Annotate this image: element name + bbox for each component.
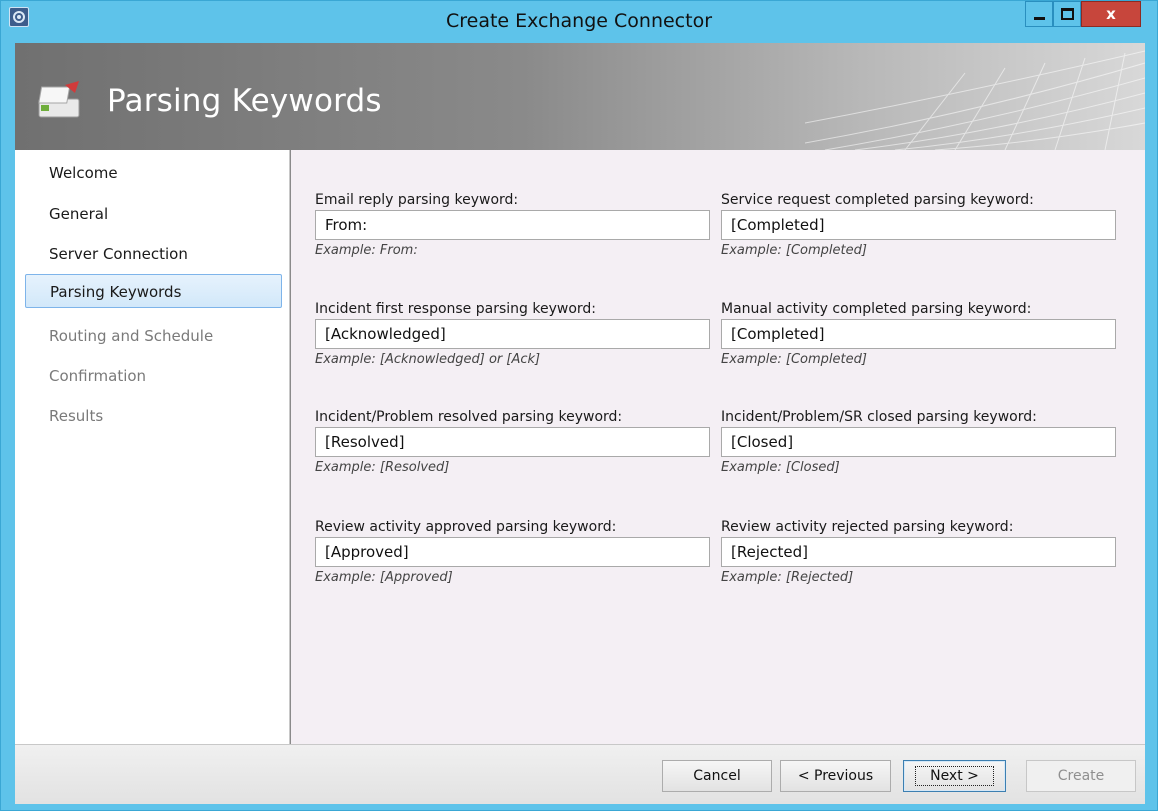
review-activity-rejected-label: Review activity rejected parsing keyword… <box>721 519 1014 535</box>
incident-problem-resolved-field-group: Incident/Problem resolved parsing keywor… <box>315 407 710 477</box>
next-button-label: Next > <box>915 766 994 786</box>
wizard-step-navigation: Welcome General Server Connection Parsin… <box>15 150 290 744</box>
review-activity-approved-label: Review activity approved parsing keyword… <box>315 519 617 535</box>
review-activity-rejected-input[interactable]: [Rejected] <box>721 537 1116 567</box>
incident-problem-resolved-example: Example: [Resolved] <box>315 460 450 475</box>
incident-first-response-input[interactable]: [Acknowledged] <box>315 319 710 349</box>
title-bar[interactable]: Create Exchange Connector x <box>1 1 1157 43</box>
nav-item-server-connection[interactable]: Server Connection <box>25 237 282 271</box>
review-activity-approved-example: Example: [Approved] <box>315 570 453 585</box>
incident-problem-sr-closed-input[interactable]: [Closed] <box>721 427 1116 457</box>
manual-activity-completed-label: Manual activity completed parsing keywor… <box>721 301 1032 317</box>
incident-problem-sr-closed-field-group: Incident/Problem/SR closed parsing keywo… <box>721 407 1116 477</box>
nav-item-confirmation: Confirmation <box>49 367 147 385</box>
manual-activity-completed-field-group: Manual activity completed parsing keywor… <box>721 299 1116 369</box>
manual-activity-completed-input[interactable]: [Completed] <box>721 319 1116 349</box>
manual-activity-completed-example: Example: [Completed] <box>721 352 867 367</box>
review-activity-rejected-example: Example: [Rejected] <box>721 570 854 585</box>
previous-button[interactable]: < Previous <box>780 760 891 792</box>
review-activity-approved-field-group: Review activity approved parsing keyword… <box>315 517 710 587</box>
nav-item-general[interactable]: General <box>25 197 282 231</box>
incident-problem-sr-closed-label: Incident/Problem/SR closed parsing keywo… <box>721 409 1037 425</box>
service-request-completed-label: Service request completed parsing keywor… <box>721 192 1034 208</box>
incident-problem-resolved-label: Incident/Problem resolved parsing keywor… <box>315 409 623 425</box>
email-reply-label: Email reply parsing keyword: <box>315 192 519 208</box>
window-title: Create Exchange Connector <box>445 10 713 32</box>
review-activity-rejected-field-group: Review activity rejected parsing keyword… <box>721 517 1116 587</box>
nav-item-welcome[interactable]: Welcome <box>25 156 282 190</box>
service-request-completed-input[interactable]: [Completed] <box>721 210 1116 240</box>
service-request-completed-example: Example: [Completed] <box>721 243 867 258</box>
page-header-banner: Parsing Keywords <box>15 43 1145 150</box>
nav-item-results: Results <box>49 407 104 425</box>
dialog-window: Create Exchange Connector x Parsing Keyw… <box>0 0 1158 811</box>
incident-first-response-example: Example: [Acknowledged] or [Ack] <box>315 352 541 367</box>
email-reply-input[interactable]: From: <box>315 210 710 240</box>
wizard-footer: Cancel < Previous Next > Create <box>15 744 1145 804</box>
next-button[interactable]: Next > <box>903 760 1006 792</box>
incident-first-response-field-group: Incident first response parsing keyword:… <box>315 299 710 369</box>
nav-item-routing-and-schedule: Routing and Schedule <box>49 327 214 345</box>
email-reply-example: Example: From: <box>315 243 418 258</box>
cancel-button[interactable]: Cancel <box>662 760 772 792</box>
incident-first-response-label: Incident first response parsing keyword: <box>315 301 596 317</box>
email-reply-field-group: Email reply parsing keyword: From: Examp… <box>315 190 710 260</box>
close-icon: x <box>1106 5 1116 23</box>
page-title: Parsing Keywords <box>107 83 382 119</box>
maximize-icon <box>1060 8 1074 20</box>
nav-item-parsing-keywords[interactable]: Parsing Keywords <box>25 274 282 308</box>
create-button: Create <box>1026 760 1136 792</box>
close-button[interactable]: x <box>1081 1 1141 27</box>
parsing-keywords-form: Email reply parsing keyword: From: Examp… <box>290 150 1145 744</box>
exchange-connector-icon <box>35 79 85 125</box>
maximize-button[interactable] <box>1053 1 1081 27</box>
review-activity-approved-input[interactable]: [Approved] <box>315 537 710 567</box>
minimize-button[interactable] <box>1025 1 1053 27</box>
minimize-icon <box>1033 16 1045 20</box>
incident-problem-resolved-input[interactable]: [Resolved] <box>315 427 710 457</box>
decorative-wave-grid <box>805 50 1145 150</box>
incident-problem-sr-closed-example: Example: [Closed] <box>721 460 840 475</box>
service-request-completed-field-group: Service request completed parsing keywor… <box>721 190 1116 260</box>
